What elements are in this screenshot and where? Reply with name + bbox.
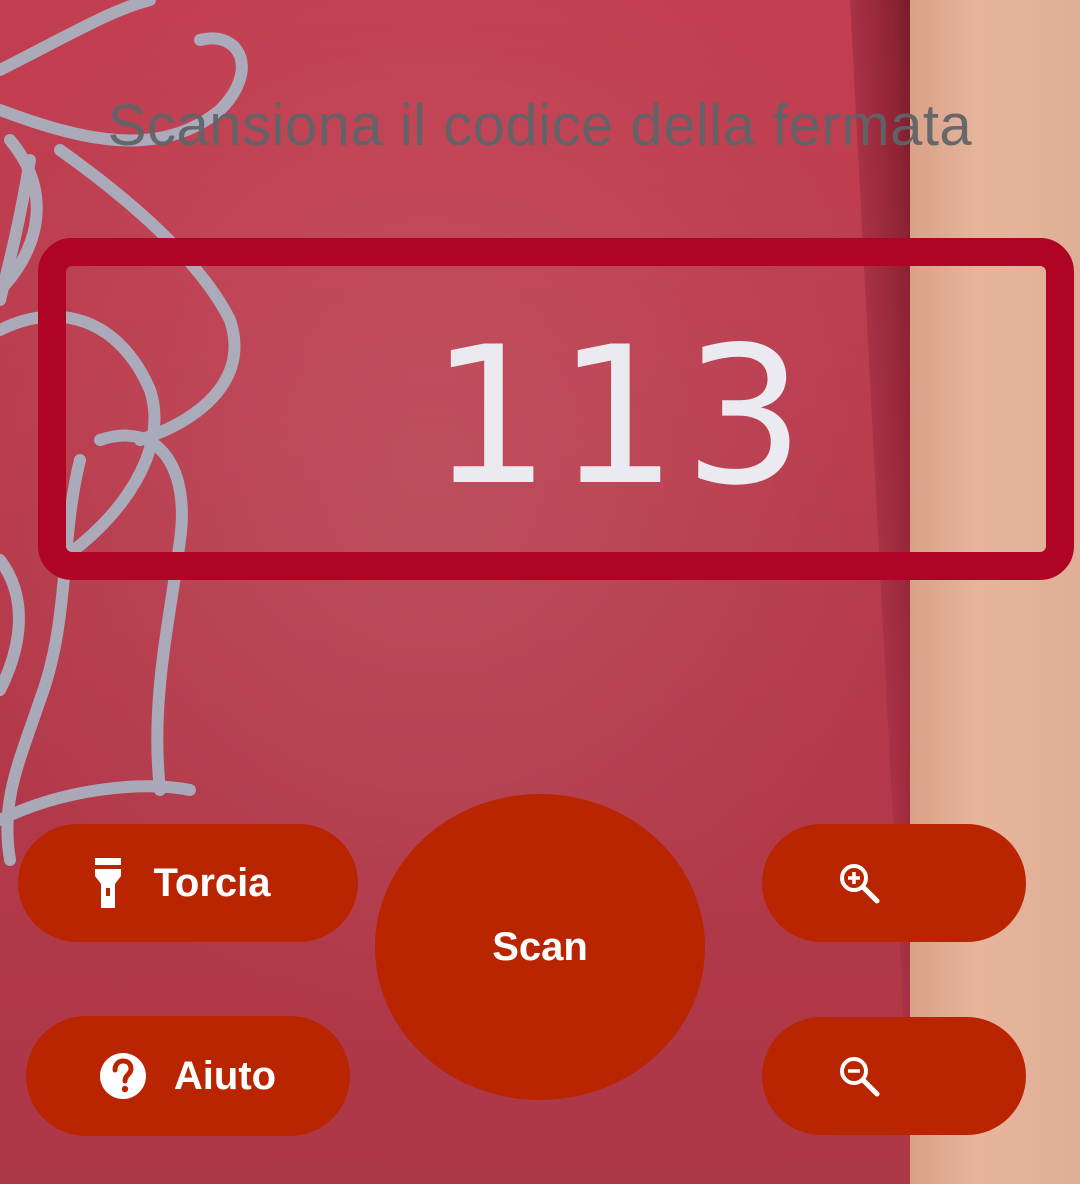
torch-button[interactable]: Torcia bbox=[18, 824, 358, 942]
scan-button[interactable]: Scan bbox=[375, 794, 705, 1100]
scan-instruction-title: Scansiona il codice della fermata bbox=[107, 93, 973, 158]
wall bbox=[910, 0, 1080, 1184]
flashlight-icon bbox=[93, 858, 123, 908]
zoom-out-icon bbox=[838, 1055, 880, 1097]
scan-button-label: Scan bbox=[492, 924, 588, 969]
detected-stop-code: 113 bbox=[430, 306, 811, 527]
torch-button-label: Torcia bbox=[153, 860, 271, 905]
help-button-label: Aiuto bbox=[173, 1053, 277, 1098]
zoom-out-button[interactable] bbox=[762, 1017, 1026, 1135]
help-circle-icon bbox=[99, 1053, 146, 1099]
zoom-in-button[interactable] bbox=[762, 824, 1026, 942]
help-button[interactable]: Aiuto bbox=[26, 1016, 350, 1136]
graffiti-decoration bbox=[0, 0, 248, 866]
zoom-in-icon bbox=[838, 862, 880, 904]
